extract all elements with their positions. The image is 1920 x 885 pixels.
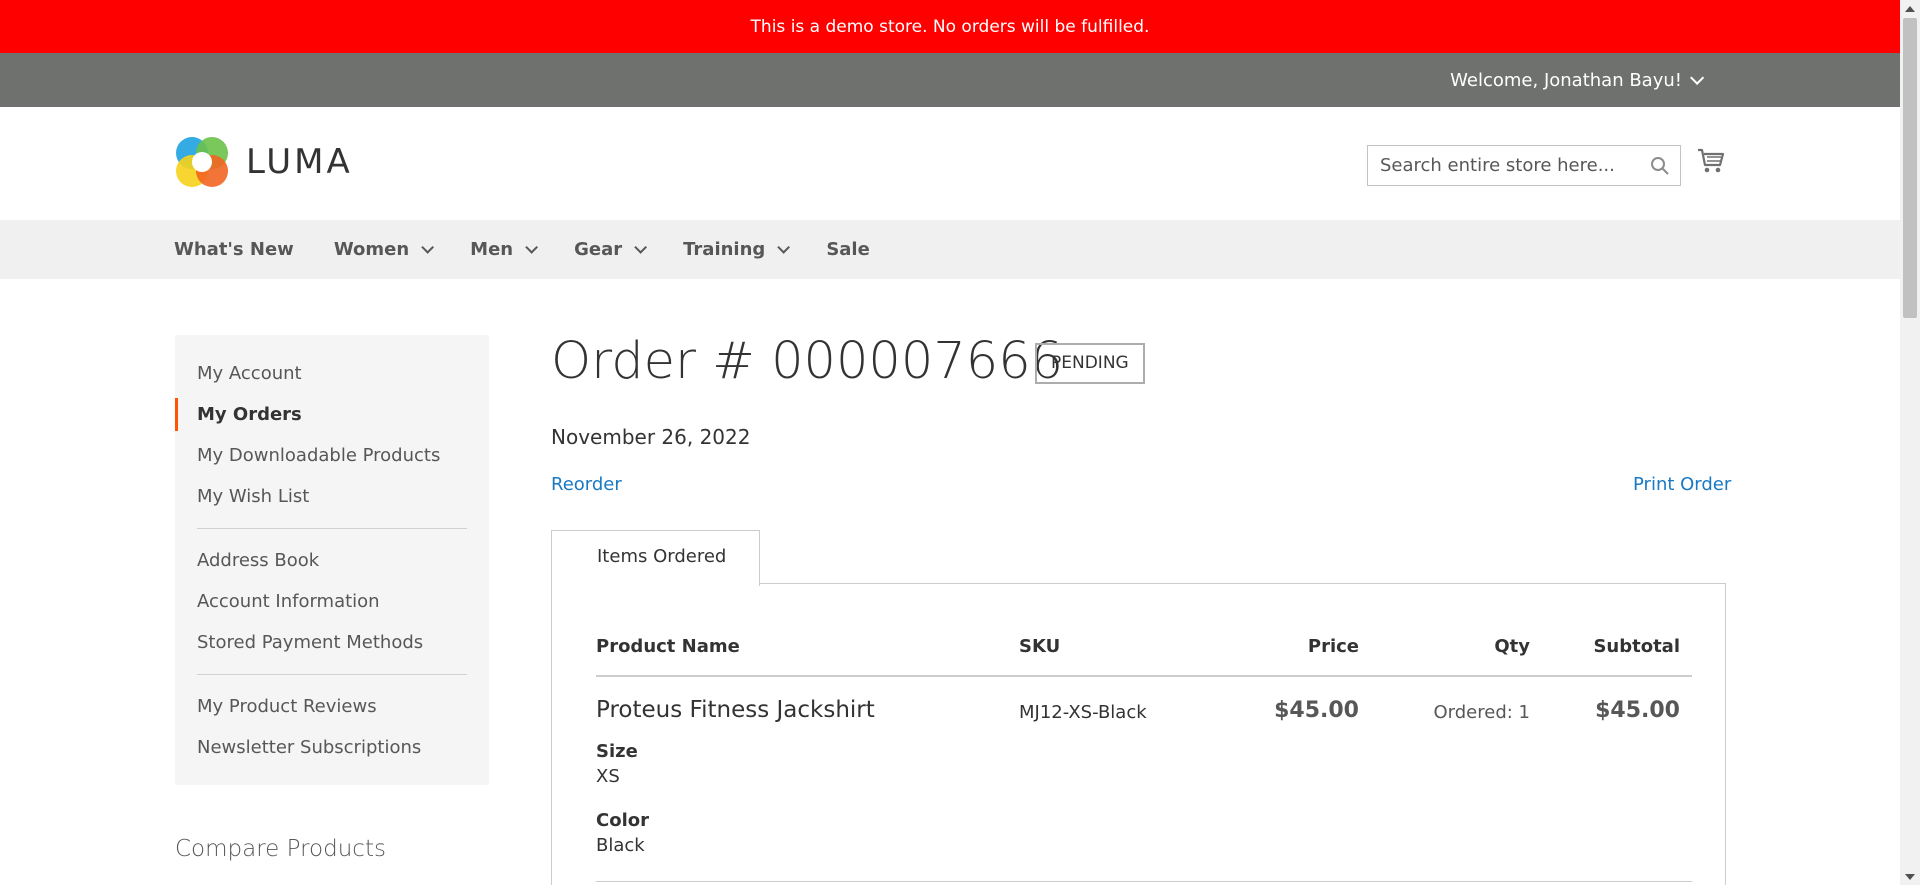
compare-products-title: Compare Products [175,836,386,862]
product-qty: Ordered: 1 [1433,702,1531,723]
tab-items-ordered[interactable]: Items Ordered [551,530,760,586]
nav-item-men[interactable]: Men [470,239,539,260]
welcome-menu[interactable]: Welcome, Jonathan Bayu! [1450,53,1705,107]
sidebar-divider [197,528,467,529]
status-badge: PENDING [1035,343,1145,384]
vertical-scrollbar[interactable] [1900,0,1920,885]
option-value-color: Black [596,835,645,856]
sidebar-item-newsletter-subscriptions[interactable]: Newsletter Subscriptions [175,727,489,768]
sidebar-item-my-account[interactable]: My Account [175,353,489,394]
scrollbar-thumb[interactable] [1903,18,1917,318]
order-date: November 26, 2022 [551,425,751,449]
header-panel: Welcome, Jonathan Bayu! [0,53,1900,107]
sidebar-item-my-downloadable-products[interactable]: My Downloadable Products [175,435,489,476]
nav-item-label: Sale [826,239,870,260]
nav-item-label: Men [470,239,514,260]
shopping-cart-icon [1698,148,1725,173]
table-header-divider [596,675,1692,677]
nav-item-label: Gear [574,239,623,260]
chevron-down-icon [634,241,648,254]
search-icon[interactable] [1650,156,1670,176]
scroll-up-arrow-icon[interactable] [1900,0,1920,17]
sidebar-item-stored-payment-methods[interactable]: Stored Payment Methods [175,622,489,663]
option-label-color: Color [596,810,649,831]
product-sku: MJ12-XS-Black [1019,702,1147,723]
chevron-down-icon [1690,70,1705,85]
main-nav: What's New Women Men Gear Training Sale [0,220,1900,279]
option-label-size: Size [596,741,638,762]
nav-item-women[interactable]: Women [333,239,435,260]
product-subtotal: $45.00 [1595,698,1680,723]
chevron-down-icon [525,241,539,254]
nav-items: What's New Women Men Gear Training Sale [174,220,910,279]
page: This is a demo store. No orders will be … [0,0,1920,885]
sidebar-item-my-orders[interactable]: My Orders [175,394,489,435]
sidebar-item-my-wish-list[interactable]: My Wish List [175,476,489,517]
column-header-price: Price [1307,636,1359,657]
items-panel [551,583,1726,885]
sidebar-item-account-information[interactable]: Account Information [175,581,489,622]
chevron-down-icon [421,241,435,254]
column-header-sku: SKU [1019,636,1061,657]
product-price: $45.00 [1274,698,1359,723]
logo-text: LUMA [246,142,353,182]
reorder-link[interactable]: Reorder [551,474,622,495]
option-value-size: XS [596,766,620,787]
column-header-qty: Qty [1494,636,1530,657]
nav-item-what-s-new[interactable]: What's New [174,239,294,260]
sidebar-divider [197,674,467,675]
column-header-subtotal: Subtotal [1593,636,1680,657]
nav-item-label: Women [333,239,410,260]
nav-item-label: What's New [174,239,294,260]
welcome-text: Welcome, Jonathan Bayu! [1450,69,1682,91]
luma-logo-icon [176,137,228,187]
account-sidebar: My Account My Orders My Downloadable Produ… [175,335,489,785]
product-name: Proteus Fitness Jackshirt [596,697,875,723]
order-title: Order # 000007666 [551,332,1064,391]
search-box [1367,145,1681,186]
demo-notice: This is a demo store. No orders will be … [0,0,1900,53]
nav-item-training[interactable]: Training [683,239,791,260]
nav-item-gear[interactable]: Gear [574,239,648,260]
search-input[interactable] [1368,146,1638,185]
column-header-product-name: Product Name [596,636,740,657]
table-row-divider [596,881,1692,882]
nav-item-sale[interactable]: Sale [826,239,870,260]
demo-notice-text: This is a demo store. No orders will be … [750,16,1150,37]
nav-item-label: Training [683,239,766,260]
print-order-link[interactable]: Print Order [1633,474,1731,495]
chevron-down-icon [777,241,791,254]
logo[interactable]: LUMA [174,133,353,191]
scroll-down-arrow-icon[interactable] [1900,868,1920,885]
cart-button[interactable] [1697,148,1725,178]
sidebar-item-my-product-reviews[interactable]: My Product Reviews [175,686,489,727]
sidebar-item-address-book[interactable]: Address Book [175,540,489,581]
